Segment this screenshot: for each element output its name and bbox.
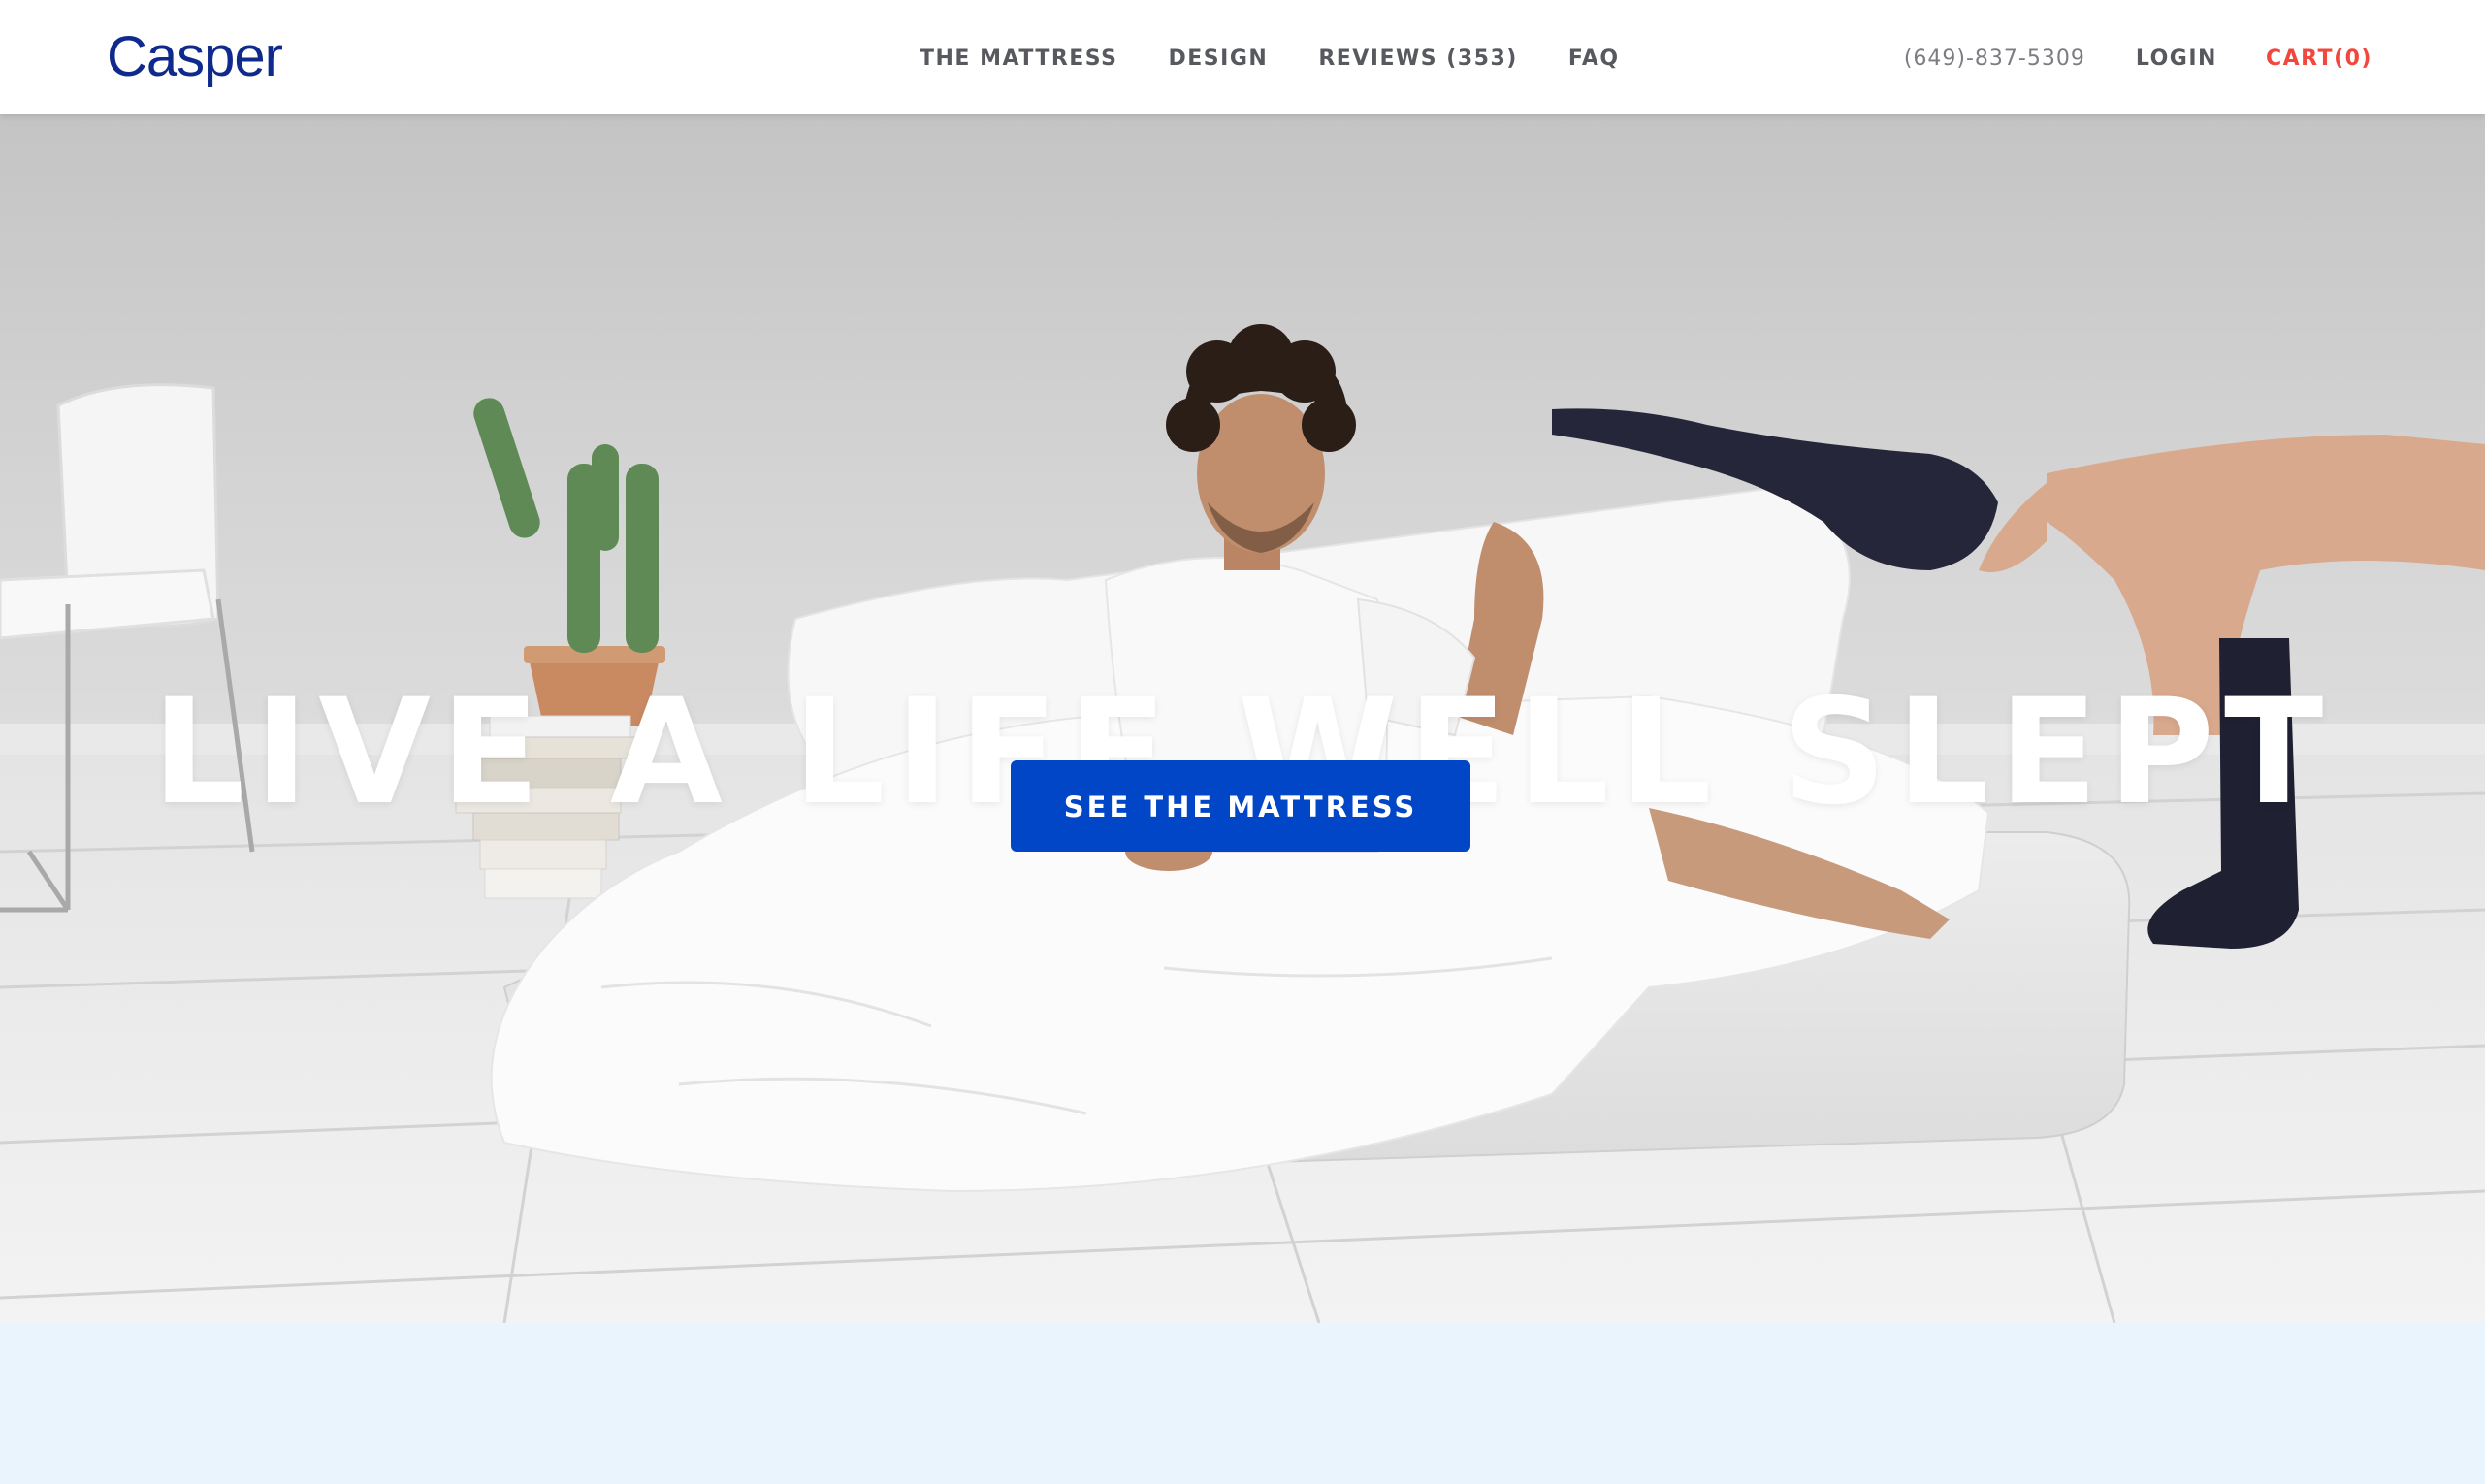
nav-design[interactable]: DESIGN [1169,47,1269,71]
main-nav: THE MATTRESS DESIGN REVIEWS (353) FAQ [920,39,1620,78]
utility-nav: (649)-837-5309 LOGIN CART(0) [1904,39,2372,78]
nav-faq[interactable]: FAQ [1568,47,1620,71]
site-header: Casper THE MATTRESS DESIGN REVIEWS (353)… [0,0,2485,114]
hero-section: LIVE A LIFE WELL SLEPT SEE THE MATTRESS [0,114,2485,1323]
next-section [0,1323,2485,1484]
nav-reviews[interactable]: REVIEWS (353) [1318,47,1518,71]
phone-number[interactable]: (649)-837-5309 [1904,47,2085,71]
login-link[interactable]: LOGIN [2136,47,2217,71]
see-the-mattress-button[interactable]: SEE THE MATTRESS [1011,760,1470,852]
cart-link[interactable]: CART(0) [2266,47,2372,71]
casper-logo[interactable]: Casper [107,23,283,91]
nav-the-mattress[interactable]: THE MATTRESS [920,47,1118,71]
